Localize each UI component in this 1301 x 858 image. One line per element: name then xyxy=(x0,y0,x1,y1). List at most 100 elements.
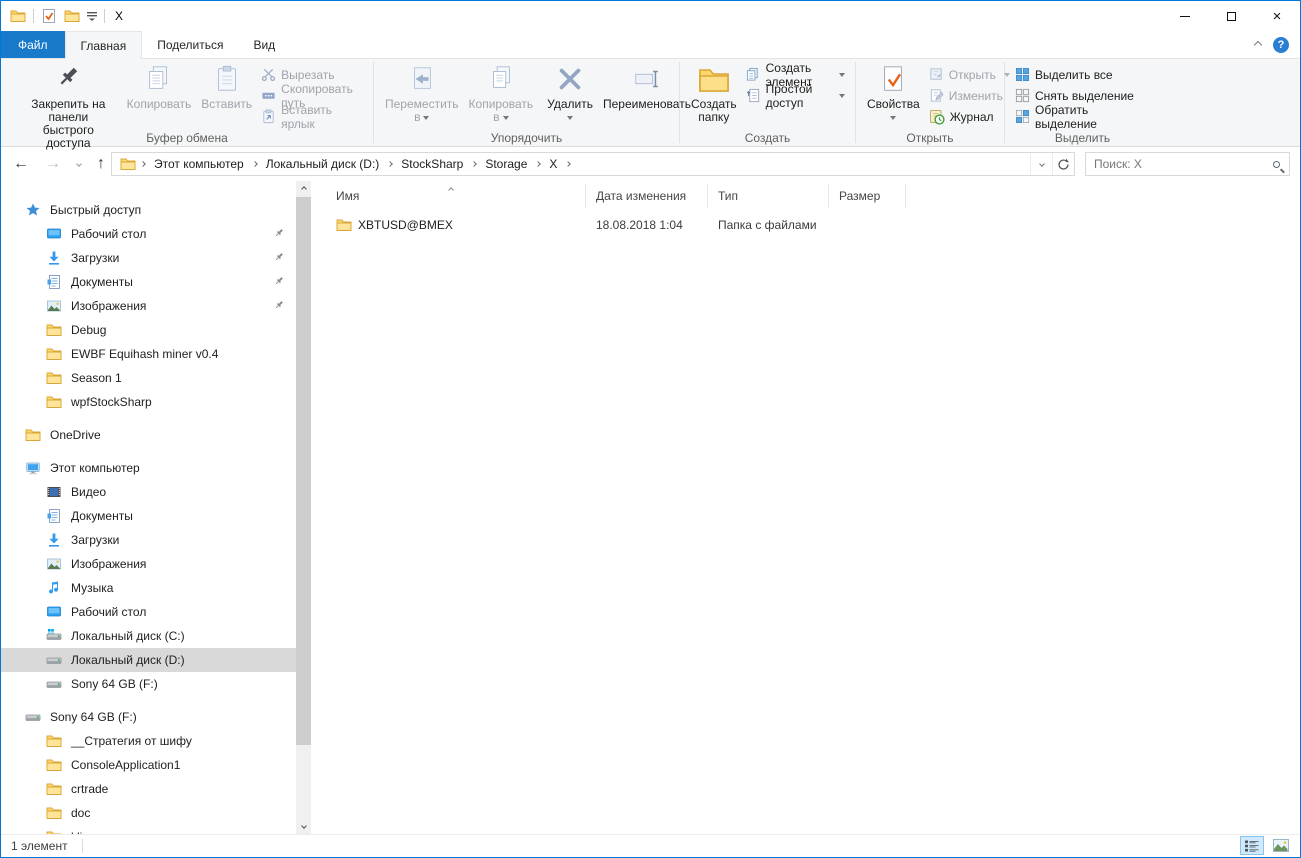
open-button[interactable]: Открыть xyxy=(925,64,1014,85)
sidebar-item[interactable]: wpfStockSharp xyxy=(1,390,296,414)
new-folder-button[interactable]: Создатьпапку xyxy=(686,61,742,124)
main-area: Быстрый доступРабочий столЗагрузкиДокуме… xyxy=(1,181,1300,834)
sidebar-item[interactable]: Видео xyxy=(1,480,296,504)
sidebar-item[interactable]: Изображения xyxy=(1,552,296,576)
ribbon-tabs: Файл Главная Поделиться Вид ? xyxy=(1,31,1300,58)
column-header-date[interactable]: Дата изменения xyxy=(586,184,708,208)
sidebar-item-label: Загрузки xyxy=(71,533,119,547)
sidebar-item[interactable]: OneDrive xyxy=(1,423,296,447)
group-label-create: Создать xyxy=(680,131,855,145)
group-label-open: Открыть xyxy=(856,131,1004,145)
breadcrumb-item[interactable]: Этот компьютер xyxy=(148,153,250,175)
search-icon[interactable] xyxy=(1273,161,1280,168)
breadcrumb-chevron-icon[interactable] xyxy=(250,153,260,175)
paste-button[interactable]: Вставить xyxy=(196,61,257,111)
refresh-button[interactable] xyxy=(1052,153,1074,175)
breadcrumb-item[interactable]: StockSharp xyxy=(395,153,469,175)
sidebar-item-label: wpfStockSharp xyxy=(71,395,152,409)
breadcrumb-item[interactable]: X xyxy=(543,153,563,175)
address-bar[interactable]: Этот компьютер Локальный диск (D:) StockSh… xyxy=(111,152,1075,176)
scrollbar-thumb[interactable] xyxy=(296,197,311,745)
breadcrumb-chevron-icon[interactable] xyxy=(533,153,543,175)
sidebar-scrollbar[interactable] xyxy=(296,181,311,834)
sidebar-item[interactable]: Музыка xyxy=(1,576,296,600)
tab-share[interactable]: Поделиться xyxy=(142,31,238,58)
edit-button[interactable]: Изменить xyxy=(925,85,1014,106)
sidebar-item[interactable]: Sony 64 GB (F:) xyxy=(1,705,296,729)
paste-shortcut-button[interactable]: Вставить ярлык xyxy=(257,106,367,127)
sidebar-item[interactable]: Debug xyxy=(1,318,296,342)
easy-access-button[interactable]: Простой доступ xyxy=(742,85,849,106)
delete-button[interactable]: Удалить xyxy=(542,61,598,124)
move-to-button[interactable]: Переместитьв xyxy=(380,61,464,124)
sidebar-item[interactable]: __Стратегия от шифу xyxy=(1,729,296,753)
select-all-icon xyxy=(1015,67,1030,82)
scrollbar-down-icon[interactable] xyxy=(296,818,311,834)
maximize-button[interactable] xyxy=(1208,1,1254,31)
sidebar-item[interactable]: Документы xyxy=(1,504,296,528)
search-input[interactable] xyxy=(1092,156,1273,172)
history-button[interactable]: Журнал xyxy=(925,106,1014,127)
sidebar-item[interactable]: Документы xyxy=(1,270,296,294)
group-label-select: Выделить xyxy=(1005,131,1160,145)
recent-locations-icon[interactable] xyxy=(76,161,82,167)
sidebar-item[interactable]: klins xyxy=(1,825,296,834)
address-dropdown-button[interactable] xyxy=(1030,153,1052,175)
breadcrumb-item[interactable]: Storage xyxy=(479,153,533,175)
breadcrumb-chevron-icon[interactable] xyxy=(385,153,395,175)
tab-file[interactable]: Файл xyxy=(1,31,65,58)
sidebar-item[interactable]: Быстрый доступ xyxy=(1,198,296,222)
column-header-name[interactable]: Имя xyxy=(326,184,586,208)
collapse-ribbon-icon[interactable] xyxy=(1254,40,1262,48)
invert-selection-button[interactable]: Обратить выделение xyxy=(1011,106,1154,127)
tab-view[interactable]: Вид xyxy=(238,31,290,58)
sidebar-item[interactable]: Рабочий стол xyxy=(1,222,296,246)
select-all-button[interactable]: Выделить все xyxy=(1011,64,1154,85)
move-to-icon xyxy=(407,64,437,98)
breadcrumb-item[interactable]: Локальный диск (D:) xyxy=(260,153,386,175)
pictures-icon xyxy=(46,298,62,314)
sidebar-item[interactable]: Этот компьютер xyxy=(1,456,296,480)
breadcrumb-chevron-icon[interactable] xyxy=(563,153,573,175)
tab-home[interactable]: Главная xyxy=(65,31,143,59)
breadcrumb-chevron-icon[interactable] xyxy=(469,153,479,175)
sidebar-item[interactable]: Локальный диск (D:) xyxy=(1,648,296,672)
sidebar-item[interactable]: crtrade xyxy=(1,777,296,801)
properties-button[interactable]: Свойства xyxy=(862,61,925,124)
breadcrumb-chevron-icon[interactable] xyxy=(138,153,148,175)
sidebar-item[interactable]: doc xyxy=(1,801,296,825)
help-icon[interactable]: ? xyxy=(1273,37,1289,53)
thumbnail-view-button[interactable] xyxy=(1269,836,1293,855)
sidebar-item[interactable]: Загрузки xyxy=(1,528,296,552)
scrollbar-up-icon[interactable] xyxy=(296,181,311,197)
copy-to-button[interactable]: Копироватьв xyxy=(464,61,539,124)
column-header-size[interactable]: Размер xyxy=(829,184,906,208)
group-select: Выделить все Снять выделение Обратить вы… xyxy=(1005,59,1160,146)
copy-to-icon xyxy=(486,64,516,98)
sidebar-item[interactable]: Загрузки xyxy=(1,246,296,270)
rename-icon xyxy=(632,64,662,98)
sidebar-item[interactable]: Sony 64 GB (F:) xyxy=(1,672,296,696)
group-label-clipboard: Буфер обмена xyxy=(1,131,373,145)
forward-button[interactable]: → xyxy=(45,156,61,172)
up-button[interactable]: ↑ xyxy=(97,156,105,172)
sidebar-item[interactable]: Season 1 xyxy=(1,366,296,390)
minimize-button[interactable] xyxy=(1162,1,1208,31)
sidebar-item[interactable]: Рабочий стол xyxy=(1,600,296,624)
sidebar-item[interactable]: Изображения xyxy=(1,294,296,318)
column-header-type[interactable]: Тип xyxy=(708,184,829,208)
sidebar-item[interactable]: ConsoleApplication1 xyxy=(1,753,296,777)
file-row[interactable]: XBTUSD@BMEX18.08.2018 1:04Папка с файлам… xyxy=(326,214,906,236)
new-folder-qat-icon[interactable] xyxy=(64,8,80,24)
explorer-icon[interactable] xyxy=(10,8,26,24)
sidebar-item[interactable]: Локальный диск (C:) xyxy=(1,624,296,648)
close-button[interactable]: × xyxy=(1254,1,1300,31)
details-view-button[interactable] xyxy=(1240,836,1264,855)
sidebar-item-label: Быстрый доступ xyxy=(50,203,141,217)
sidebar-item-label: Этот компьютер xyxy=(50,461,140,475)
copy-button[interactable]: Копировать xyxy=(122,61,197,111)
properties-qat-icon[interactable] xyxy=(41,8,57,24)
back-button[interactable]: ← xyxy=(13,156,29,172)
customize-qat-dropdown-icon[interactable] xyxy=(87,11,97,21)
sidebar-item[interactable]: EWBF Equihash miner v0.4 xyxy=(1,342,296,366)
